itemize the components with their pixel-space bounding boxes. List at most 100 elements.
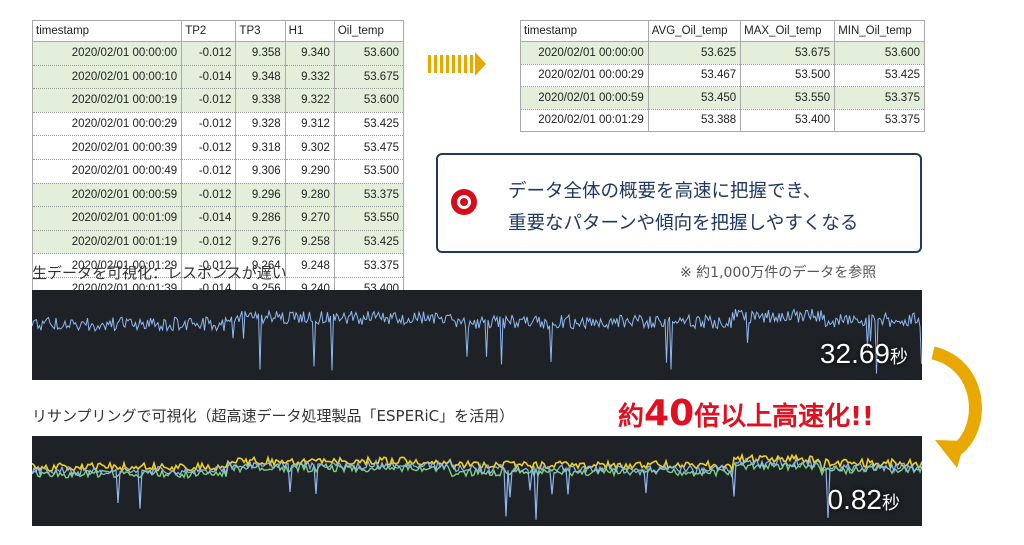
table-cell: 53.450 xyxy=(647,86,742,110)
table-cell: 9.276 xyxy=(235,230,286,255)
table-cell: -0.012 xyxy=(181,41,237,66)
table-row: 2020/02/01 00:00:10 -0.014 9.348 9.332 53.67… xyxy=(31,65,405,90)
table-row: 2020/02/01 00:01:09 -0.014 9.286 9.270 53.55… xyxy=(31,206,405,231)
table-cell: 9.340 xyxy=(284,41,335,66)
table-cell: 9.248 xyxy=(284,253,335,278)
resampled-column-header: MIN_Oil_temp xyxy=(834,20,925,42)
table-cell: 53.500 xyxy=(740,64,836,87)
table-cell: 2020/02/01 00:00:29 xyxy=(520,64,649,87)
table-cell: 9.280 xyxy=(284,183,335,208)
good-mark-icon xyxy=(451,189,477,215)
table-cell: 53.550 xyxy=(740,86,836,110)
curved-arrow-icon xyxy=(931,346,982,468)
speedup-prefix: 約 xyxy=(618,402,645,432)
table-cell: -0.012 xyxy=(181,88,237,113)
table-cell: 2020/02/01 00:00:59 xyxy=(520,86,649,110)
summary-callout: データ全体の概要を高速に把握でき、 重要なパターンや傾向を把握しやすくなる xyxy=(436,153,922,253)
table-cell: -0.012 xyxy=(181,159,237,184)
resampled-section-label: リサンプリングで可視化（超高速データ処理製品「ESPERiC」を活用） xyxy=(32,407,515,425)
table-cell: 9.258 xyxy=(284,230,335,255)
table-cell: 9.290 xyxy=(284,159,335,184)
table-cell: 2020/02/01 00:00:00 xyxy=(520,41,649,65)
table-cell: 2020/02/01 00:01:09 xyxy=(31,206,183,231)
speedup-suffix: 倍以上高速化!! xyxy=(694,402,874,432)
table-cell: 9.358 xyxy=(235,41,286,66)
table-cell: 53.375 xyxy=(834,86,925,110)
table-cell: 53.475 xyxy=(333,135,405,160)
table-cell: -0.012 xyxy=(181,183,237,208)
raw-column-header: timestamp xyxy=(31,20,183,42)
resampled-chart-panel: 0.82秒 xyxy=(32,436,922,526)
callout-line-1: データ全体の概要を高速に把握でき、 xyxy=(508,181,822,202)
table-row: 2020/02/01 00:00:00 53.625 53.675 53.600 xyxy=(520,41,925,65)
table-cell: 53.425 xyxy=(333,230,405,255)
table-row: 2020/02/01 00:00:00 -0.012 9.358 9.340 53.60… xyxy=(31,41,405,66)
table-cell: 53.375 xyxy=(333,253,405,278)
raw-time-unit: 秒 xyxy=(890,347,908,367)
resampled-table-header: timestamp AVG_Oil_temp MAX_Oil_temp MIN_Oil… xyxy=(520,20,925,42)
table-cell: 53.375 xyxy=(834,109,925,132)
raw-column-header: TP2 xyxy=(181,20,237,42)
table-row: 2020/02/01 00:00:29 53.467 53.500 53.425 xyxy=(520,64,925,87)
table-cell: 9.306 xyxy=(235,159,286,184)
table-cell: 9.322 xyxy=(284,88,335,113)
resampled-waveform xyxy=(32,452,922,520)
table-row: 2020/02/01 00:01:19 -0.012 9.276 9.258 53.42… xyxy=(31,230,405,255)
table-cell: -0.012 xyxy=(181,230,237,255)
table-cell: 9.318 xyxy=(235,135,286,160)
table-row: 2020/02/01 00:00:29 -0.012 9.328 9.312 53.42… xyxy=(31,112,405,137)
table-cell: 2020/02/01 00:01:29 xyxy=(520,109,649,132)
table-cell: -0.012 xyxy=(181,135,237,160)
table-cell: 9.286 xyxy=(235,206,286,231)
table-cell: 53.400 xyxy=(740,109,836,132)
table-cell: 53.600 xyxy=(834,41,925,65)
resampled-table-body: 2020/02/01 00:00:00 53.625 53.675 53.600 202… xyxy=(520,41,925,132)
raw-data-table: timestamp TP2 TP3 H1 Oil_temp 2020/02/01 00:… xyxy=(31,20,405,302)
data-count-note: ※ 約1,000万件のデータを参照 xyxy=(680,265,877,281)
raw-waveform xyxy=(32,308,922,374)
resampled-column-header: timestamp xyxy=(520,20,649,42)
resampled-time-value: 0.82 xyxy=(827,484,883,515)
resampled-time-unit: 秒 xyxy=(882,493,900,513)
speedup-text: 約40倍以上高速化!! xyxy=(618,393,874,434)
resampled-data-table: timestamp AVG_Oil_temp MAX_Oil_temp MIN_Oil… xyxy=(520,20,925,132)
callout-line-2: 重要なパターンや傾向を把握しやすくなる xyxy=(508,213,859,234)
table-row: 2020/02/01 00:01:29 53.388 53.400 53.375 xyxy=(520,109,925,132)
table-cell: 53.550 xyxy=(333,206,405,231)
table-cell: 53.600 xyxy=(333,41,405,66)
table-cell: -0.014 xyxy=(181,65,237,90)
table-cell: 2020/02/01 00:00:39 xyxy=(31,135,183,160)
table-cell: 9.338 xyxy=(235,88,286,113)
raw-chart-panel: 32.69秒 xyxy=(32,290,922,380)
raw-section-label: 生データを可視化：レスポンスが遅い xyxy=(32,264,287,282)
table-cell: 2020/02/01 00:00:29 xyxy=(31,112,183,137)
table-cell: 9.348 xyxy=(235,65,286,90)
resampled-render-time: 0.82秒 xyxy=(828,484,901,516)
table-cell: 9.296 xyxy=(235,183,286,208)
table-row: 2020/02/01 00:00:19 -0.012 9.338 9.322 53.60… xyxy=(31,88,405,113)
table-cell: 2020/02/01 00:00:00 xyxy=(31,41,183,66)
table-cell: 53.500 xyxy=(333,159,405,184)
table-cell: -0.012 xyxy=(181,112,237,137)
table-cell: 53.467 xyxy=(647,64,742,87)
table-cell: 53.675 xyxy=(740,41,836,65)
raw-table-header: timestamp TP2 TP3 H1 Oil_temp xyxy=(31,20,405,42)
raw-column-header: H1 xyxy=(284,20,335,42)
table-cell: 2020/02/01 00:00:19 xyxy=(31,88,183,113)
raw-series-line xyxy=(32,308,922,374)
table-cell: 9.332 xyxy=(284,65,335,90)
raw-column-header: Oil_temp xyxy=(333,20,405,42)
resampled-column-header: MAX_Oil_temp xyxy=(740,20,836,42)
raw-render-time: 32.69秒 xyxy=(820,338,908,370)
table-row: 2020/02/01 00:00:39 -0.012 9.318 9.302 53.47… xyxy=(31,135,405,160)
table-cell: 53.425 xyxy=(834,64,925,87)
table-cell: 2020/02/01 00:00:59 xyxy=(31,183,183,208)
table-cell: 2020/02/01 00:00:10 xyxy=(31,65,183,90)
table-cell: 53.675 xyxy=(333,65,405,90)
raw-time-value: 32.69 xyxy=(819,338,890,369)
table-cell: 53.388 xyxy=(647,109,742,132)
resampled-column-header: AVG_Oil_temp xyxy=(647,20,742,42)
table-cell: 2020/02/01 00:00:49 xyxy=(31,159,183,184)
table-cell: 53.625 xyxy=(647,41,742,65)
table-cell: 9.302 xyxy=(284,135,335,160)
